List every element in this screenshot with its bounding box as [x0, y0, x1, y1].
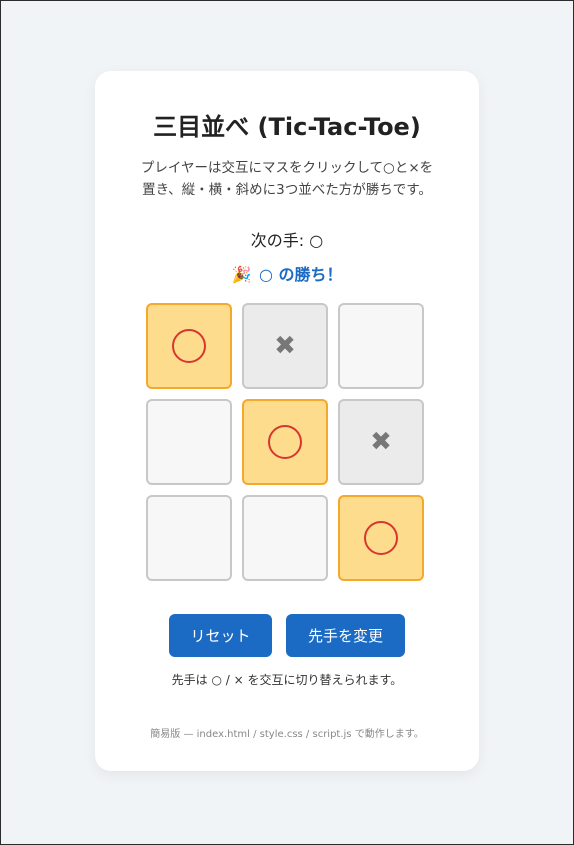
- description-line-2: 置き、縦・横・斜めに3つ並べた方が勝ちです。: [142, 182, 432, 198]
- board-cell-4[interactable]: [146, 399, 232, 485]
- board-cell-7[interactable]: [146, 495, 232, 581]
- o-mark-icon: [364, 521, 398, 555]
- o-mark-icon: [268, 425, 302, 459]
- status-message: 🎉 ○ の勝ち！: [95, 261, 479, 285]
- party-icon: 🎉: [231, 265, 252, 284]
- game-description: プレイヤーは交互にマスをクリックして○と×を 置き、縦・横・斜めに3つ並べた方が…: [123, 157, 451, 201]
- board-cell-5[interactable]: [242, 399, 328, 485]
- board-cell-1[interactable]: [146, 303, 232, 389]
- board-cell-6[interactable]: ✖: [338, 399, 424, 485]
- board-cell-8[interactable]: [242, 495, 328, 581]
- o-mark-icon: [172, 329, 206, 363]
- reset-button[interactable]: リセット: [169, 614, 272, 657]
- board-cell-2[interactable]: ✖: [242, 303, 328, 389]
- game-board: ✖ ✖: [146, 303, 428, 585]
- winner-text: ○ の勝ち！: [258, 265, 343, 284]
- page-title: 三目並べ (Tic-Tac-Toe): [153, 113, 421, 141]
- description-line-1: プレイヤーは交互にマスをクリックして○と×を: [140, 160, 434, 176]
- turn-indicator: 次の手: ○: [250, 231, 324, 250]
- swap-first-player-button[interactable]: 先手を変更: [286, 614, 405, 657]
- game-card: 三目並べ (Tic-Tac-Toe) プレイヤーは交互にマスをクリックして○と×…: [95, 71, 479, 771]
- x-mark-icon: ✖: [274, 331, 296, 361]
- first-player-hint: 先手は ○ / × を交互に切り替えられます。: [171, 673, 403, 687]
- x-mark-icon: ✖: [370, 427, 392, 457]
- footer-note: 簡易版 — index.html / style.css / script.js…: [150, 729, 424, 740]
- board-cell-3[interactable]: [338, 303, 424, 389]
- board-cell-9[interactable]: [338, 495, 424, 581]
